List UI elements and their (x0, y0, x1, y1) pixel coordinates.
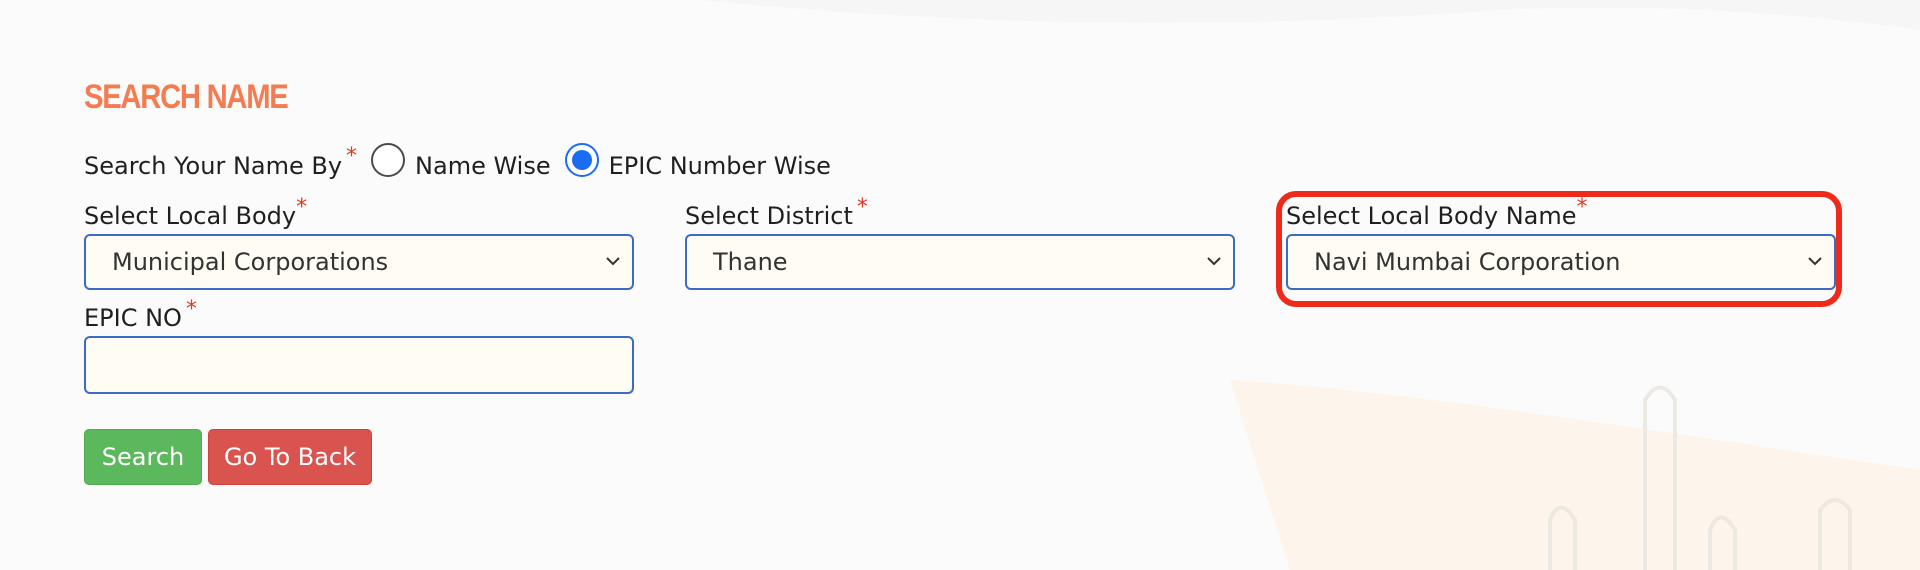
search-by-row: Search Your Name By * Name Wise EPIC Num… (84, 143, 831, 186)
epic-no-input[interactable] (84, 336, 634, 394)
epic-no-label: EPIC NO * (84, 297, 197, 332)
highlight-box (1276, 191, 1842, 307)
epic-number-wise-label[interactable]: EPIC Number Wise (609, 152, 831, 180)
epic-number-wise-radio[interactable] (564, 143, 599, 177)
name-wise-radio[interactable] (371, 143, 406, 177)
required-asterisk: * (856, 195, 868, 220)
local-body-select[interactable]: Municipal Corporations (84, 234, 634, 290)
district-label: Select District * (685, 195, 868, 230)
search-button[interactable]: Search (84, 429, 202, 485)
name-wise-label[interactable]: Name Wise (415, 152, 551, 180)
local-body-selected-value: Municipal Corporations (112, 248, 389, 276)
local-body-label-text: Select Local Body (84, 202, 297, 230)
page-title: SEARCH NAME (84, 78, 289, 116)
district-select[interactable]: Thane (685, 234, 1235, 290)
required-asterisk: * (296, 195, 308, 220)
required-asterisk: * (185, 297, 197, 322)
search-by-label: Search Your Name By (84, 152, 343, 180)
local-body-label: Select Local Body* (84, 195, 307, 230)
go-to-back-button[interactable]: Go To Back (208, 429, 372, 485)
chevron-down-icon (606, 257, 620, 266)
district-label-text: Select District (685, 202, 853, 230)
epic-no-label-text: EPIC NO (84, 304, 182, 332)
required-asterisk: * (346, 143, 358, 169)
chevron-down-icon (1207, 257, 1221, 266)
district-selected-value: Thane (713, 248, 788, 276)
